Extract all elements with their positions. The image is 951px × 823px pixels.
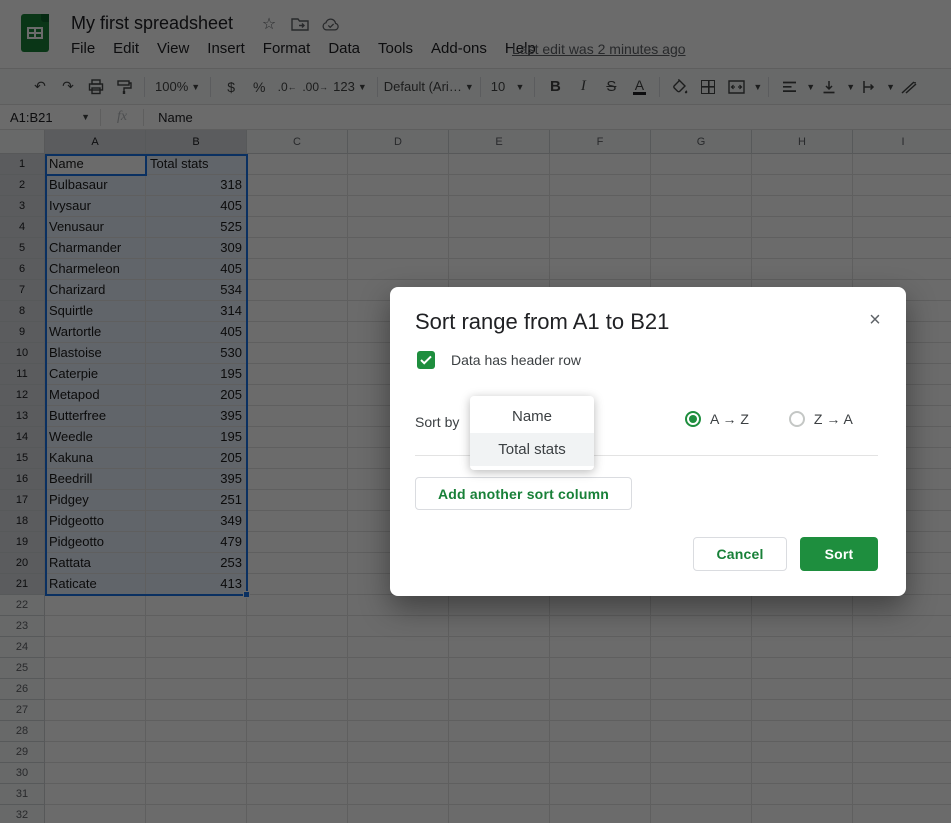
cancel-button[interactable]: Cancel (693, 537, 787, 571)
radio-unselected-icon[interactable] (789, 411, 805, 427)
radio-label: Z → A (814, 411, 853, 427)
google-sheets-app: My first spreadsheet ☆ FileEditViewInser… (0, 0, 951, 823)
radio-option-asc[interactable]: A → Z (685, 411, 749, 427)
close-icon[interactable]: × (862, 307, 888, 333)
dropdown-option-total-stats[interactable]: Total stats (470, 433, 594, 466)
sort-direction-radio-group: A → Z Z → A (685, 411, 853, 427)
sort-column-dropdown-menu: NameTotal stats (470, 396, 594, 470)
checkbox-checked-icon[interactable] (417, 351, 435, 369)
dialog-title: Sort range from A1 to B21 (415, 309, 669, 335)
radio-selected-icon[interactable] (685, 411, 701, 427)
sort-range-dialog: Sort range from A1 to B21 × Data has hea… (390, 287, 906, 596)
radio-option-desc[interactable]: Z → A (789, 411, 853, 427)
radio-label: A → Z (710, 411, 749, 427)
checkbox-label: Data has header row (451, 352, 581, 368)
sort-button[interactable]: Sort (800, 537, 878, 571)
add-sort-column-button[interactable]: Add another sort column (415, 477, 632, 510)
header-row-checkbox-row[interactable]: Data has header row (417, 351, 581, 369)
dropdown-option-name[interactable]: Name (470, 400, 594, 433)
sort-by-label: Sort by (415, 414, 459, 430)
